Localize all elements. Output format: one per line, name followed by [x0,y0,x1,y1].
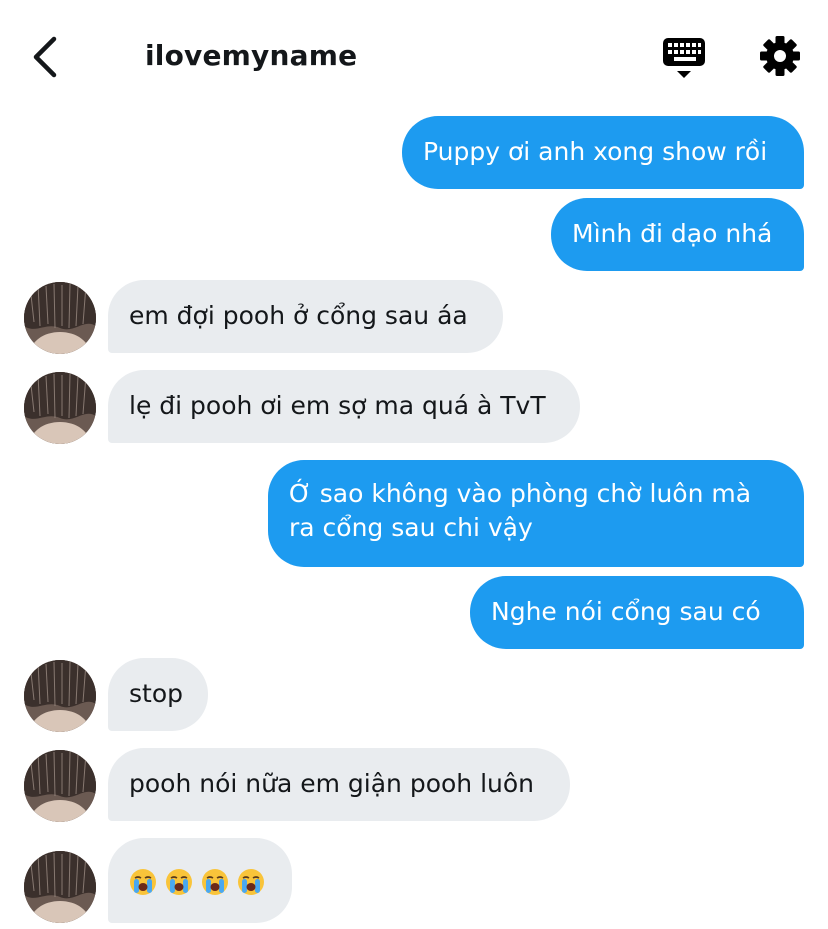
settings-button[interactable] [758,34,802,78]
message-bubble-outgoing[interactable]: Ớ sao không vào phòng chờ luôn mà ra cổn… [268,460,804,567]
loudly-crying-face-icon [130,869,156,895]
avatar[interactable] [24,282,96,354]
emoji-row [129,866,270,896]
conversation-header: ilovemyname [0,0,828,110]
avatar-photo [24,660,96,732]
keyboard-icon [663,38,705,78]
loudly-crying-face-icon [202,869,228,895]
loudly-crying-face-icon [166,869,192,895]
message-bubble-outgoing[interactable]: Puppy ơi anh xong show rồi [402,116,804,189]
keyboard-button[interactable] [662,36,708,80]
message-text: pooh nói nữa em giận pooh luôn [129,769,535,798]
avatar[interactable] [24,851,96,923]
message-text: Nghe nói cổng sau có [491,597,761,626]
chevron-left-icon [33,36,57,78]
avatar-photo [24,372,96,444]
message-bubble-incoming[interactable]: em đợi pooh ở cổng sau áa [108,280,503,353]
loudly-crying-face-icon [238,869,264,895]
message-text: Puppy ơi anh xong show rồi [423,137,768,166]
message-text: stop [129,679,183,708]
back-button[interactable] [26,34,66,80]
message-bubble-outgoing[interactable]: Nghe nói cổng sau có [470,576,804,649]
avatar[interactable] [24,372,96,444]
message-bubble-incoming[interactable]: lẹ đi pooh ơi em sợ ma quá à TvT [108,370,580,443]
message-text: Mình đi dạo nhá [572,219,773,248]
avatar[interactable] [24,750,96,822]
avatar-photo [24,851,96,923]
avatar[interactable] [24,660,96,732]
message-bubble-incoming[interactable] [108,838,292,923]
avatar-photo [24,282,96,354]
message-text: lẹ đi pooh ơi em sợ ma quá à TvT [129,391,546,420]
message-bubble-outgoing[interactable]: Mình đi dạo nhá [551,198,804,271]
message-text: Ớ sao không vào phòng chờ luôn mà ra cổn… [289,479,752,542]
message-bubble-incoming[interactable]: stop [108,658,208,731]
avatar-photo [24,750,96,822]
gear-icon [760,36,800,76]
conversation-title[interactable]: ilovemyname [145,36,357,76]
message-bubble-incoming[interactable]: pooh nói nữa em giận pooh luôn [108,748,570,821]
message-text: em đợi pooh ở cổng sau áa [129,301,468,330]
